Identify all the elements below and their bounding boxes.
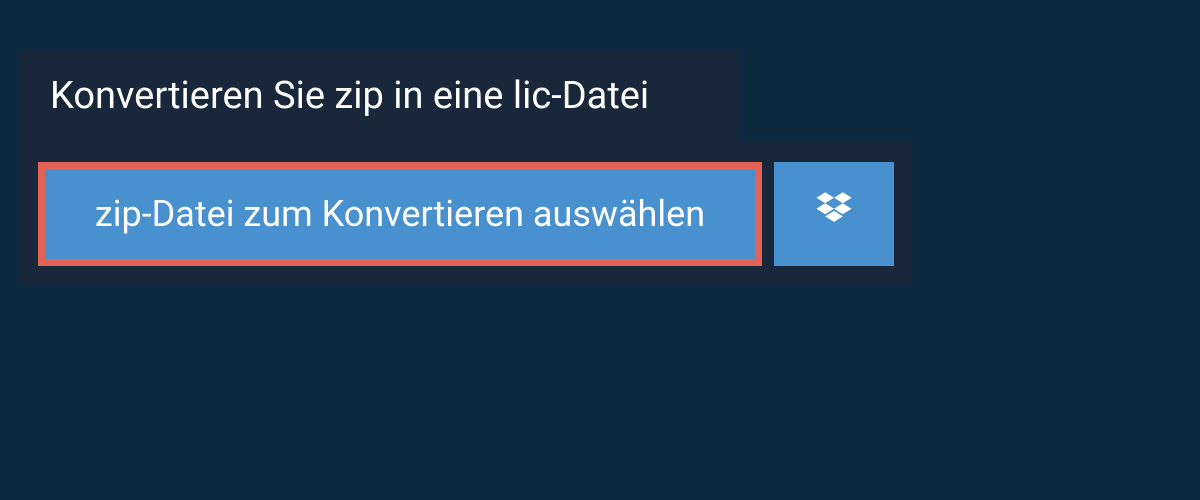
select-file-button[interactable]: zip-Datei zum Konvertieren auswählen (38, 162, 762, 266)
file-select-panel: zip-Datei zum Konvertieren auswählen (20, 142, 912, 286)
page-header: Konvertieren Sie zip in eine lic-Datei (20, 50, 740, 142)
page-title: Konvertieren Sie zip in eine lic-Datei (50, 74, 710, 118)
dropbox-button[interactable] (774, 162, 894, 266)
select-file-label: zip-Datei zum Konvertieren auswählen (95, 193, 705, 235)
dropbox-icon (812, 190, 856, 238)
